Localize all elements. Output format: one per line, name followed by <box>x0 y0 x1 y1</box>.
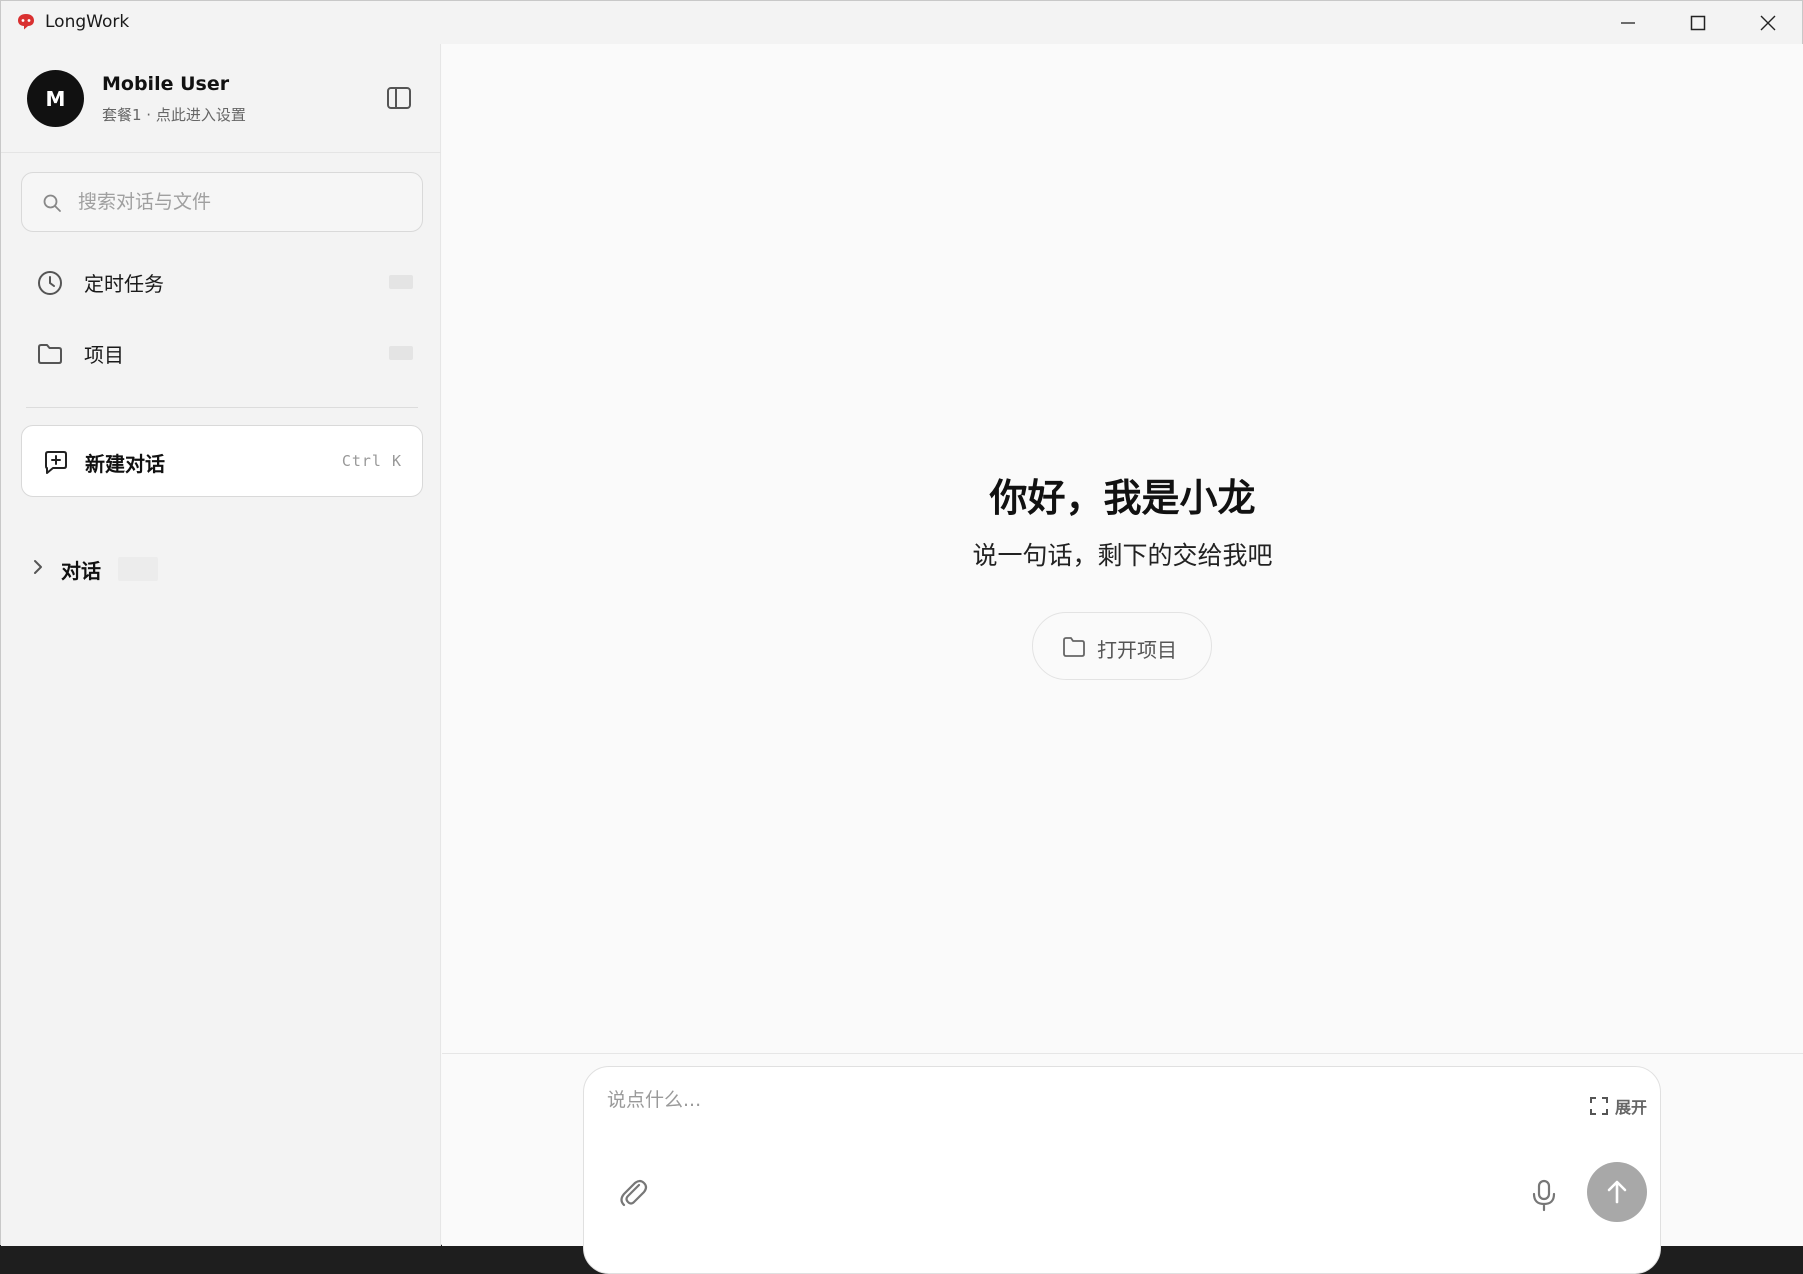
expand-label: 展开 <box>1615 1098 1648 1117</box>
avatar[interactable]: M <box>27 70 84 127</box>
sidebar-divider <box>26 407 418 408</box>
maximize-button[interactable] <box>1663 1 1733 44</box>
folder-icon <box>1063 637 1085 657</box>
clock-icon <box>38 271 62 295</box>
minimize-icon <box>1621 21 1635 24</box>
search-box[interactable] <box>21 172 423 232</box>
sidebar-item-projects[interactable]: 项目 <box>21 324 423 382</box>
main-panel: 你好，我是小龙 说一句话，剩下的交给我吧 打开项目 展开 <box>442 44 1803 1274</box>
send-button[interactable] <box>1587 1162 1647 1222</box>
app-window: LongWork M Mobile User 套餐1 · 点此进入设置 搜索对话… <box>0 0 1803 1274</box>
chevron-right-icon <box>34 560 42 574</box>
message-composer: 展开 <box>583 1066 1661 1274</box>
longwork-logo-icon <box>18 14 34 30</box>
search-input[interactable] <box>78 185 398 219</box>
close-button[interactable] <box>1733 1 1803 44</box>
maximize-icon <box>1690 15 1706 30</box>
shortcut-hint: Ctrl K <box>341 452 402 470</box>
greeting-subtitle: 说一句话，剩下的交给我吧 <box>972 541 1273 570</box>
profile-card[interactable]: M Mobile User 套餐1 · 点此进入设置 <box>1 44 441 153</box>
close-icon <box>1760 15 1776 30</box>
sidebar-item-scheduled-tasks[interactable]: 定时任务 <box>21 253 423 311</box>
message-input[interactable] <box>607 1085 1507 1145</box>
new-chat-icon <box>45 451 67 474</box>
app-title: LongWork <box>45 12 130 32</box>
microphone-icon[interactable] <box>1529 1178 1559 1212</box>
folder-icon <box>38 344 62 364</box>
new-chat-button[interactable]: 新建对话 Ctrl K <box>21 425 423 497</box>
conversations-section-header[interactable]: 对话 <box>21 549 423 589</box>
open-project-label: 打开项目 <box>1097 638 1177 662</box>
minimize-button[interactable] <box>1593 1 1663 44</box>
composer-divider <box>442 1053 1803 1054</box>
expand-icon <box>1590 1097 1608 1115</box>
count-badge <box>389 275 413 289</box>
new-chat-label: 新建对话 <box>85 452 165 476</box>
sidebar-item-label: 项目 <box>84 343 124 367</box>
profile-subtitle[interactable]: 套餐1 · 点此进入设置 <box>102 104 246 125</box>
paperclip-icon[interactable] <box>617 1175 649 1211</box>
sidebar: M Mobile User 套餐1 · 点此进入设置 定时任务 <box>1 44 441 1246</box>
open-project-button[interactable]: 打开项目 <box>1032 612 1212 680</box>
greeting-title: 你好，我是小龙 <box>989 476 1256 520</box>
count-badge <box>389 346 413 360</box>
conversations-label: 对话 <box>61 559 101 583</box>
count-badge <box>118 557 158 581</box>
arrow-up-icon <box>1607 1180 1627 1204</box>
sidebar-item-label: 定时任务 <box>84 272 164 296</box>
expand-button[interactable]: 展开 <box>1589 1093 1647 1119</box>
search-icon <box>43 194 61 212</box>
sidebar-toggle-icon[interactable] <box>385 84 413 112</box>
title-bar: LongWork <box>1 1 1802 44</box>
profile-name: Mobile User <box>102 73 230 95</box>
